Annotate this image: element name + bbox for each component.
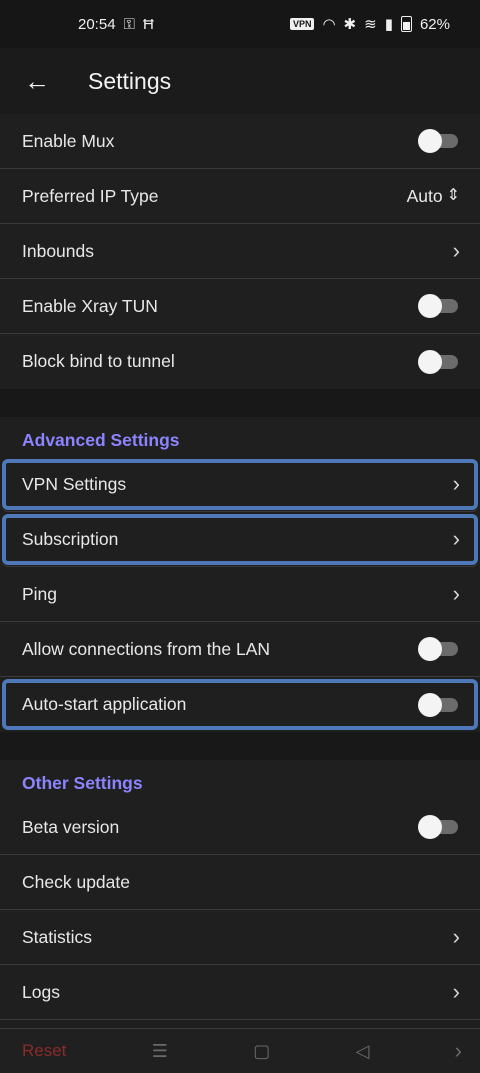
- inbounds-row[interactable]: Inbounds ›: [0, 224, 480, 279]
- settings-list: Enable Mux Preferred IP Type Auto ⇕ Inbo…: [0, 114, 480, 1020]
- wifi-icon: ≋: [364, 16, 377, 33]
- other-settings-header: Other Settings: [0, 760, 480, 800]
- status-right: VPN ◠ ✱ ≋ ▮ 62%: [289, 15, 450, 33]
- section-divider: [0, 389, 480, 417]
- preferred-ip-type-row[interactable]: Preferred IP Type Auto ⇕: [0, 169, 480, 224]
- vpn-badge: VPN: [289, 18, 315, 30]
- recents-menu-icon[interactable]: ☰: [152, 1041, 168, 1062]
- row-label: Logs: [22, 981, 60, 1002]
- back-triangle-icon[interactable]: ◁: [356, 1041, 370, 1062]
- statistics-row[interactable]: Statistics ›: [0, 910, 480, 965]
- subscription-row[interactable]: Subscription ›: [0, 512, 480, 567]
- check-update-row[interactable]: Check update: [0, 855, 480, 910]
- auto-start-row[interactable]: Auto-start application: [0, 677, 480, 732]
- row-label: Preferred IP Type: [22, 185, 159, 206]
- chevron-right-icon: ›: [452, 581, 460, 606]
- chevron-right-icon: ›: [452, 979, 460, 1004]
- preferred-ip-type-select[interactable]: Auto ⇕: [407, 186, 460, 207]
- enable-xray-tun-row[interactable]: Enable Xray TUN: [0, 279, 480, 334]
- signal-icon: ▮: [384, 16, 393, 33]
- row-label: Ping: [22, 583, 58, 604]
- battery-icon: [400, 16, 412, 32]
- row-label: VPN Settings: [22, 473, 127, 494]
- battery-percent: 62%: [419, 15, 450, 33]
- back-arrow-icon[interactable]: ←: [24, 66, 64, 97]
- allow-lan-row[interactable]: Allow connections from the LAN: [0, 622, 480, 677]
- row-label: Statistics: [22, 926, 93, 947]
- page-title: Settings: [88, 67, 172, 94]
- enable-mux-row[interactable]: Enable Mux: [0, 114, 480, 169]
- bluetooth-icon: ✱: [343, 16, 357, 33]
- row-label: Check update: [22, 871, 130, 892]
- row-label: Block bind to tunnel: [22, 351, 175, 371]
- app-bar: ← Settings: [0, 48, 480, 114]
- row-label: Allow connections from the LAN: [22, 638, 271, 659]
- chevron-right-icon: ›: [454, 1038, 462, 1063]
- chevron-right-icon: ›: [452, 471, 460, 496]
- reset-button[interactable]: Reset: [22, 1041, 66, 1061]
- advanced-settings-header: Advanced Settings: [0, 417, 480, 457]
- up-down-chevron-icon: ⇕: [446, 187, 460, 204]
- status-left: 20:54 ⚿ Ħ: [78, 16, 154, 33]
- chevron-right-icon: ›: [452, 924, 460, 949]
- preferred-ip-type-value: Auto: [406, 185, 443, 206]
- beta-version-row[interactable]: Beta version: [0, 800, 480, 855]
- enable-mux-toggle[interactable]: [418, 129, 458, 153]
- app-icon: Ħ: [142, 15, 154, 33]
- chevron-right-icon: ›: [452, 238, 460, 263]
- row-label: Enable Mux: [22, 130, 115, 151]
- beta-version-toggle[interactable]: [418, 815, 458, 839]
- vpn-settings-row[interactable]: VPN Settings ›: [0, 457, 480, 512]
- block-bind-row[interactable]: Block bind to tunnel: [0, 334, 480, 389]
- hotspot-icon: ◠: [322, 16, 336, 33]
- logs-row[interactable]: Logs ›: [0, 965, 480, 1020]
- row-label: Enable Xray TUN: [22, 295, 158, 316]
- ping-row[interactable]: Ping ›: [0, 567, 480, 622]
- auto-start-toggle[interactable]: [418, 692, 458, 717]
- home-icon[interactable]: ▢: [253, 1041, 270, 1062]
- section-divider: [0, 732, 480, 760]
- allow-lan-toggle[interactable]: [418, 637, 458, 661]
- key-icon: ⚿: [123, 15, 135, 33]
- row-label: Beta version: [22, 816, 120, 837]
- enable-xray-tun-toggle[interactable]: [418, 294, 458, 318]
- status-bar: 20:54 ⚿ Ħ VPN ◠ ✱ ≋ ▮ 62%: [0, 0, 480, 48]
- bottom-bar: Reset ☰ ▢ ◁ ›: [0, 1028, 480, 1073]
- row-label: Auto-start application: [22, 694, 187, 714]
- block-bind-toggle[interactable]: [418, 349, 458, 374]
- row-label: Inbounds: [22, 240, 95, 261]
- row-label: Subscription: [22, 528, 119, 549]
- status-time: 20:54: [78, 15, 116, 33]
- chevron-right-icon: ›: [452, 526, 460, 551]
